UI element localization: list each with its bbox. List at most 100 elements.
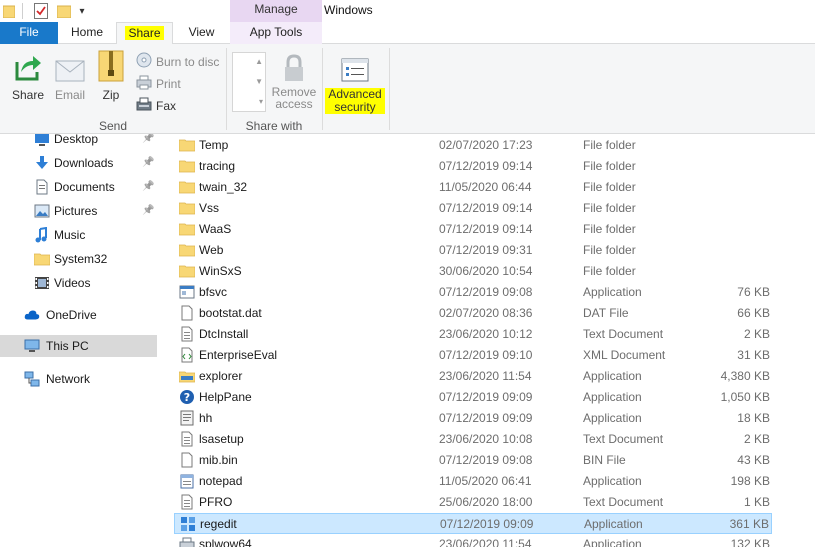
tab-share[interactable]: Share <box>116 22 173 45</box>
window-title: Windows <box>324 3 373 17</box>
tab-app-tools[interactable]: App Tools <box>230 22 322 44</box>
file-row[interactable]: hh 07/12/2019 09:09 Application 18 KB <box>174 408 772 429</box>
fax-label: Fax <box>156 98 177 113</box>
nav-item-label: This PC <box>46 339 89 353</box>
nav-item-label: Downloads <box>54 156 114 170</box>
nav-item-label: Videos <box>54 276 91 290</box>
file-row[interactable]: mib.bin 07/12/2019 09:08 BIN File 43 KB <box>174 450 772 471</box>
file-row[interactable]: ? HelpPane 07/12/2019 09:09 Application 1,05… <box>174 387 772 408</box>
file-list: Temp 02/07/2020 17:23 File folder tracing 07… <box>162 134 815 547</box>
nav-item-this-pc[interactable]: This PC <box>0 335 157 357</box>
send-group-label: Send <box>98 119 128 133</box>
file-name: Temp <box>199 138 229 152</box>
gallery-up-icon[interactable]: ▲ <box>255 57 263 66</box>
file-name: explorer <box>199 369 243 383</box>
file-date-modified: 07/12/2019 09:08 <box>439 453 533 467</box>
pin-icon: 📌 <box>142 157 155 168</box>
file-row[interactable]: WaaS 07/12/2019 09:14 File folder <box>174 219 772 240</box>
gallery-more-icon[interactable]: ▾ <box>259 97 263 106</box>
help-icon: ? <box>179 389 195 405</box>
properties-icon[interactable] <box>32 2 50 20</box>
file-name: bfsvc <box>199 285 228 299</box>
nav-item-onedrive[interactable]: OneDrive <box>0 304 157 326</box>
tab-home[interactable]: Home <box>58 22 116 44</box>
file-size: 1,050 KB <box>720 390 770 404</box>
file-row[interactable]: notepad 11/05/2020 06:41 Application 198 KB <box>174 471 772 492</box>
nav-item-downloads[interactable]: Downloads 📌 <box>0 152 157 174</box>
file-type: Text Document <box>583 432 664 446</box>
onedrive-icon <box>24 307 40 323</box>
print-button[interactable]: Print <box>136 74 181 93</box>
nav-item-music[interactable]: Music <box>0 224 157 246</box>
file-row[interactable]: Web 07/12/2019 09:31 File folder <box>174 240 772 261</box>
remove-access-button[interactable]: Remove access <box>270 50 318 110</box>
file-date-modified: 07/12/2019 09:09 <box>440 517 534 531</box>
file-row[interactable]: explorer 23/06/2020 11:54 Application 4,380… <box>174 366 772 387</box>
file-size: 132 KB <box>730 537 770 547</box>
advanced-security-button[interactable]: Advanced security <box>325 50 385 114</box>
folder-icon <box>2 2 16 20</box>
file-name: WinSxS <box>199 264 242 278</box>
file-name: Vss <box>199 201 220 215</box>
advanced-security-label: Advanced security <box>325 88 385 114</box>
customize-quick-access-icon[interactable]: ▾ <box>76 2 88 20</box>
file-row[interactable]: Temp 02/07/2020 17:23 File folder <box>174 135 772 156</box>
desktop-icon <box>34 134 50 147</box>
file-type: Text Document <box>583 327 664 341</box>
file-type: Application <box>583 390 642 404</box>
file-row[interactable]: splwow64 23/06/2020 11:54 Application 132 K… <box>174 534 772 547</box>
tab-file[interactable]: File <box>0 22 58 44</box>
file-size: 31 KB <box>737 348 770 362</box>
file-name: PFRO <box>199 495 233 509</box>
share-button-label: Share <box>11 88 45 102</box>
file-size: 2 KB <box>743 432 770 446</box>
nav-item-system32[interactable]: System32 <box>0 248 157 270</box>
file-type: File folder <box>583 264 636 278</box>
help-book-icon <box>179 410 195 426</box>
file-date-modified: 07/12/2019 09:09 <box>439 411 533 425</box>
file-date-modified: 11/05/2020 06:41 <box>439 474 532 488</box>
file-name: lsasetup <box>199 432 244 446</box>
nav-item-pictures[interactable]: Pictures 📌 <box>0 200 157 222</box>
file-type: Application <box>583 285 642 299</box>
file-row[interactable]: WinSxS 30/06/2020 10:54 File folder <box>174 261 772 282</box>
folder-icon <box>178 137 196 153</box>
file-row[interactable]: bootstat.dat 02/07/2020 08:36 DAT File 66 K… <box>174 303 772 324</box>
svg-text:?: ? <box>184 391 190 404</box>
file-row[interactable]: lsasetup 23/06/2020 10:08 Text Document 2 K… <box>174 429 772 450</box>
file-name: notepad <box>199 474 243 488</box>
nav-item-desktop[interactable]: Desktop 📌 <box>0 134 157 150</box>
file-size: 1 KB <box>743 495 770 509</box>
file-row[interactable]: PFRO 25/06/2020 18:00 Text Document 1 KB <box>174 492 772 513</box>
nav-item-label: Music <box>54 228 86 242</box>
file-row[interactable]: regedit 07/12/2019 09:09 Application 361 KB <box>174 513 772 534</box>
share-button[interactable]: Share <box>6 50 50 102</box>
email-button[interactable]: Email <box>50 50 90 102</box>
file-row[interactable]: bfsvc 07/12/2019 09:08 Application 76 KB <box>174 282 772 303</box>
nav-item-videos[interactable]: Videos <box>0 272 157 294</box>
title-bar: ▾ Manage Windows <box>0 0 815 22</box>
folder-icon <box>178 158 196 174</box>
fax-button[interactable]: Fax <box>136 96 176 115</box>
gallery-down-icon[interactable]: ▼ <box>255 77 263 86</box>
folder-icon <box>178 263 196 279</box>
ribbon-tabs: File Home Share View App Tools <box>0 22 815 45</box>
file-row[interactable]: tracing 07/12/2019 09:14 File folder <box>174 156 772 177</box>
file-row[interactable]: Vss 07/12/2019 09:14 File folder <box>174 198 772 219</box>
file-date-modified: 07/12/2019 09:31 <box>439 243 533 257</box>
file-row[interactable]: DtcInstall 23/06/2020 10:12 Text Document 2… <box>174 324 772 345</box>
zip-button[interactable]: Zip <box>92 50 130 102</box>
file-type: File folder <box>583 159 636 173</box>
share-with-gallery[interactable]: ▲ ▼ ▾ <box>232 52 266 112</box>
file-row[interactable]: EnterpriseEval 07/12/2019 09:10 XML Docume… <box>174 345 772 366</box>
file-size: 361 KB <box>729 517 769 531</box>
text-document-icon <box>179 431 195 447</box>
nav-item-documents[interactable]: Documents 📌 <box>0 176 157 198</box>
nav-item-network[interactable]: Network <box>0 368 157 390</box>
burn-to-disc-button[interactable]: Burn to disc <box>136 52 219 71</box>
ribbon-separator <box>226 48 227 130</box>
tab-view[interactable]: View <box>173 22 230 44</box>
file-row[interactable]: twain_32 11/05/2020 06:44 File folder <box>174 177 772 198</box>
new-folder-icon[interactable] <box>56 2 72 20</box>
file-name: regedit <box>200 517 237 531</box>
